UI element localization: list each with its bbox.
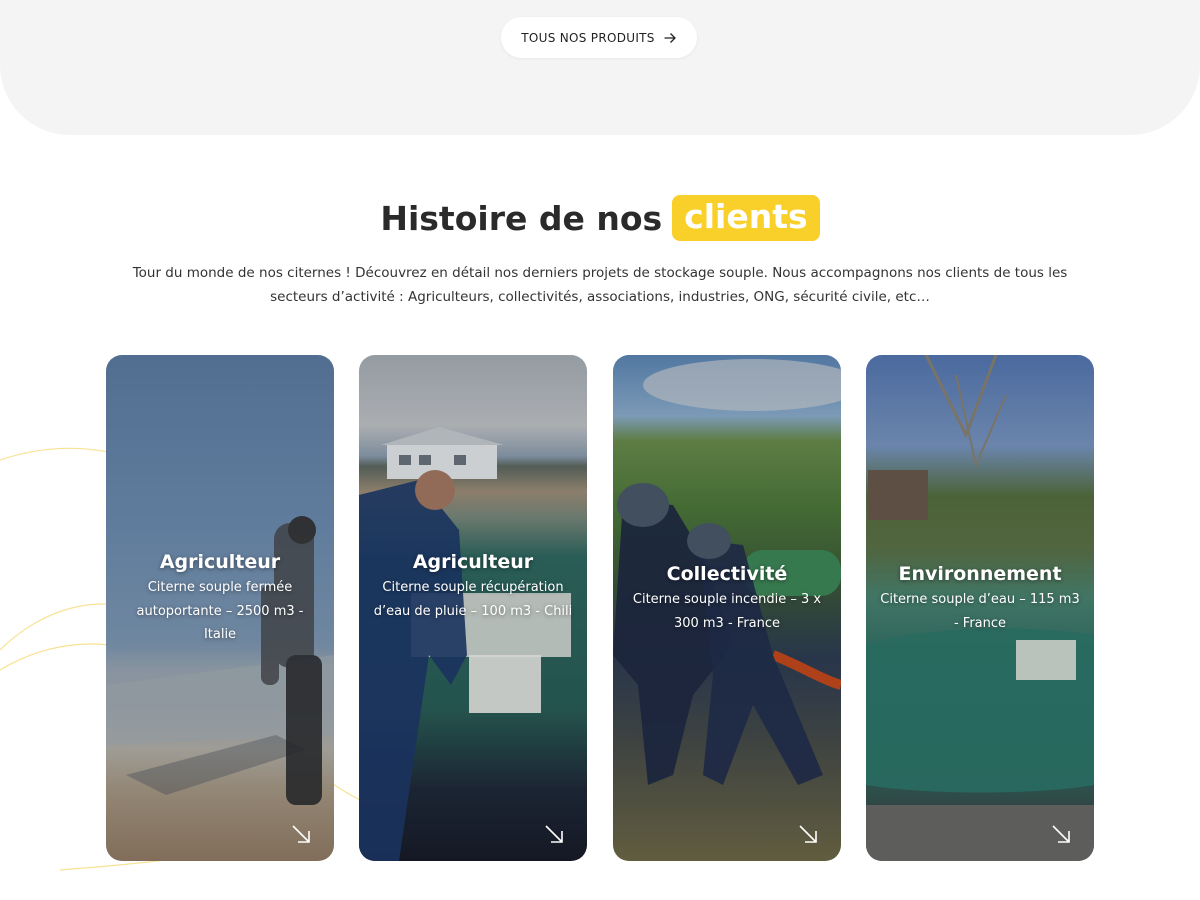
arrow-right-icon [664, 32, 676, 43]
arrow-down-right-icon [292, 825, 310, 843]
arrow-down-right-icon [1052, 825, 1070, 843]
card-title: Collectivité [666, 563, 788, 585]
all-products-button[interactable]: TOUS NOS PRODUITS [501, 17, 697, 58]
card-title: Environnement [898, 563, 1062, 585]
card-subtitle: Citerne souple fermée autoportante – 250… [136, 580, 304, 642]
card-title: Agriculteur [159, 551, 281, 573]
card-subtitle: Citerne souple d’eau – 115 m3 - France [880, 592, 1080, 631]
card-text: Collectivité Citerne souple incendie – 3… [627, 563, 827, 635]
card-text: Agriculteur Citerne souple récupération … [373, 551, 573, 623]
client-story-card[interactable]: Environnement Citerne souple d’eau – 115… [866, 355, 1094, 861]
card-subtitle: Citerne souple récupération d’eau de plu… [373, 580, 573, 619]
arrow-down-right-icon [799, 825, 817, 843]
all-products-label: TOUS NOS PRODUITS [521, 30, 655, 45]
client-story-card[interactable]: Agriculteur Citerne souple récupération … [359, 355, 587, 861]
client-story-card[interactable]: Agriculteur Citerne souple fermée autopo… [106, 355, 334, 861]
section-title: Histoire de nos clients [0, 195, 1200, 241]
section-intro: Tour du monde de nos citernes ! Découvre… [132, 265, 1068, 305]
section-title-highlight: clients [672, 195, 820, 241]
card-text: Environnement Citerne souple d’eau – 115… [880, 563, 1080, 635]
client-story-card[interactable]: Collectivité Citerne souple incendie – 3… [613, 355, 841, 861]
section-title-prefix: Histoire de nos [380, 198, 663, 238]
card-title: Agriculteur [412, 551, 534, 573]
arrow-down-right-icon [545, 825, 563, 843]
card-text: Agriculteur Citerne souple fermée autopo… [120, 551, 320, 647]
card-subtitle: Citerne souple incendie – 3 x 300 m3 - F… [632, 592, 822, 631]
